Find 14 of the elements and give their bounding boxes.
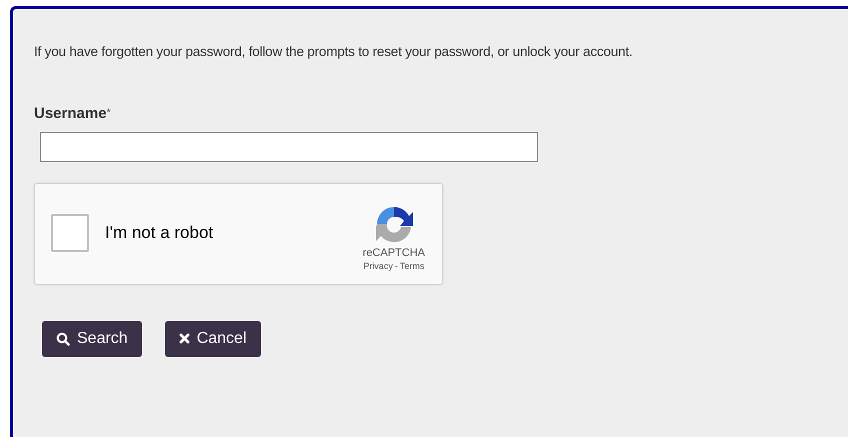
search-icon: [56, 332, 70, 346]
search-button[interactable]: Search: [42, 320, 142, 357]
link-separator: -: [394, 260, 398, 272]
privacy-link[interactable]: Privacy: [363, 260, 393, 272]
required-mark: *: [106, 106, 111, 122]
captcha-checkbox[interactable]: [51, 214, 89, 252]
captcha-label: I'm not a robot: [105, 222, 214, 244]
cancel-button[interactable]: Cancel: [164, 320, 261, 357]
terms-link[interactable]: Terms: [400, 260, 424, 272]
captcha-brand: reCAPTCHA: [362, 246, 425, 260]
intro-text: If you have forgotten your password, follow the prompts to reset your password, or unlock your account.: [34, 43, 632, 61]
close-icon: [178, 333, 190, 344]
field-label: Username: [34, 104, 107, 124]
username-field[interactable]: [40, 132, 538, 162]
